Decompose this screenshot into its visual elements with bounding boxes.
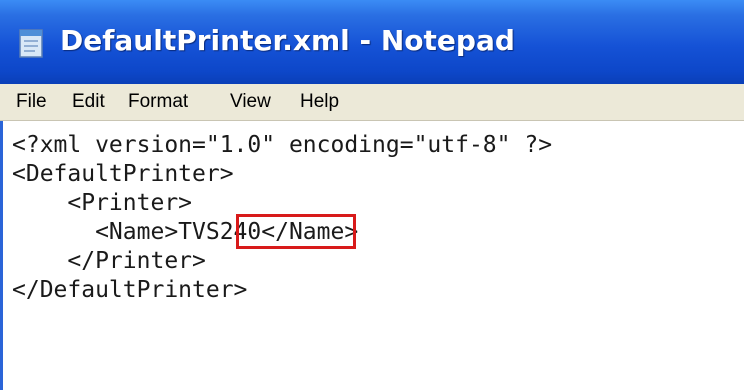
code-line-6: </DefaultPrinter>: [12, 277, 248, 303]
code-line-2: <DefaultPrinter>: [12, 161, 234, 187]
printer-name-highlight-box: [236, 214, 356, 249]
menu-format[interactable]: Format: [128, 84, 188, 120]
notepad-icon: [19, 29, 43, 58]
code-line-1: <?xml version="1.0" encoding="utf-8" ?>: [12, 132, 553, 158]
menu-edit[interactable]: Edit: [72, 84, 105, 120]
window-left-border: [0, 121, 3, 390]
menu-help[interactable]: Help: [300, 84, 339, 120]
menu-bar: File Edit Format View Help: [0, 84, 744, 121]
code-line-3: <Printer>: [12, 190, 193, 216]
menu-file[interactable]: File: [16, 84, 47, 120]
window-title: DefaultPrinter.xml - Notepad: [60, 24, 515, 57]
menu-view[interactable]: View: [230, 84, 271, 120]
code-line-5: </Printer>: [12, 248, 206, 274]
title-bar[interactable]: DefaultPrinter.xml - Notepad: [0, 0, 744, 84]
notepad-window: DefaultPrinter.xml - Notepad File Edit F…: [0, 0, 744, 390]
